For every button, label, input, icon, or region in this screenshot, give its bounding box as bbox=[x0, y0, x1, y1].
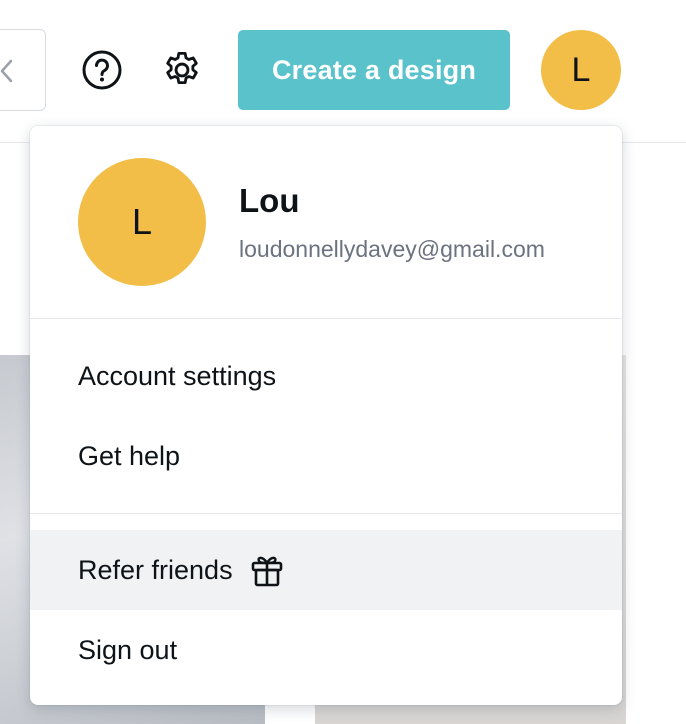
help-button[interactable] bbox=[80, 46, 124, 94]
user-name: Lou bbox=[239, 182, 300, 219]
menu-item-sign-out[interactable]: Sign out bbox=[30, 610, 622, 690]
menu-item-account-settings[interactable]: Account settings bbox=[30, 336, 622, 416]
avatar: L bbox=[78, 158, 206, 286]
menu-item-refer-friends[interactable]: Refer friends bbox=[30, 530, 622, 610]
top-bar: Create a design L bbox=[0, 0, 686, 143]
account-dropdown-menu: L Lou loudonnellydavey@gmail.com Account… bbox=[30, 126, 622, 705]
menu-item-label: Get help bbox=[78, 440, 181, 471]
profile-header: L Lou loudonnellydavey@gmail.com bbox=[30, 126, 622, 319]
user-email: loudonnellydavey@gmail.com bbox=[239, 236, 545, 262]
chevron-left-icon bbox=[0, 59, 13, 83]
menu-divider bbox=[30, 513, 622, 514]
account-avatar-button[interactable]: L bbox=[541, 30, 621, 110]
create-design-button[interactable]: Create a design bbox=[238, 30, 510, 110]
back-button[interactable] bbox=[0, 29, 46, 111]
menu-item-label: Sign out bbox=[78, 634, 178, 665]
menu-item-label: Refer friends bbox=[78, 554, 233, 585]
gear-icon bbox=[166, 51, 198, 84]
menu-item-label: Account settings bbox=[78, 360, 277, 391]
question-circle-icon bbox=[82, 50, 122, 90]
gift-icon bbox=[249, 552, 285, 588]
menu-item-get-help[interactable]: Get help bbox=[30, 416, 622, 496]
settings-button[interactable] bbox=[160, 46, 204, 94]
